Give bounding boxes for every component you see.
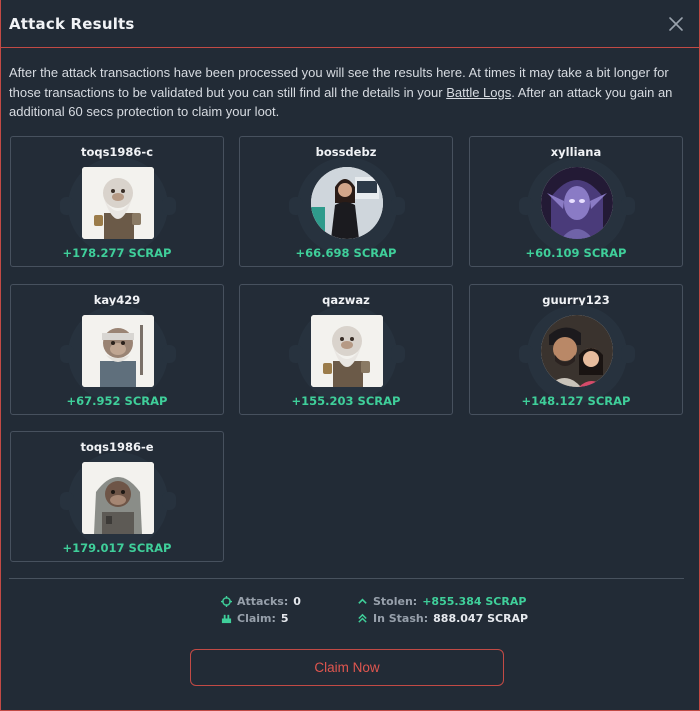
loot-icon xyxy=(221,613,232,624)
scrap-amount: +66.698 SCRAP xyxy=(295,246,397,260)
claim-now-button[interactable]: Claim Now xyxy=(190,649,504,686)
avatar xyxy=(541,167,613,239)
scrap-amount: +155.203 SCRAP xyxy=(291,394,401,408)
attacks-stat: Attacks: 0 xyxy=(221,595,301,608)
result-card: xylliana +60.109 SCRAP xyxy=(469,136,683,267)
divider xyxy=(9,578,684,579)
close-icon[interactable] xyxy=(665,13,687,35)
avatar xyxy=(311,167,383,239)
scrap-amount: +178.277 SCRAP xyxy=(62,246,172,260)
crosshair-icon xyxy=(221,596,232,607)
double-chevron-up-icon xyxy=(357,613,368,624)
attack-results-modal: Attack Results After the attack transact… xyxy=(0,0,700,711)
scrap-amount: +148.127 SCRAP xyxy=(521,394,631,408)
result-card: kay429 +67.952 SCRAP xyxy=(10,284,224,415)
scrap-amount: +67.952 SCRAP xyxy=(66,394,168,408)
result-card: guurry123 +148.127 SCRAP xyxy=(469,284,683,415)
avatar xyxy=(82,462,154,534)
stolen-stat: Stolen: +855.384 SCRAP xyxy=(357,595,526,608)
avatar xyxy=(311,315,383,387)
result-card: toqs1986-e +179.017 SCRAP xyxy=(10,431,224,562)
result-card: qazwaz +155.203 SCRAP xyxy=(239,284,453,415)
avatar xyxy=(82,167,154,239)
modal-header: Attack Results xyxy=(1,0,699,48)
avatar xyxy=(541,315,613,387)
scrap-amount: +60.109 SCRAP xyxy=(525,246,627,260)
modal-title: Attack Results xyxy=(9,14,135,33)
scrap-amount: +179.017 SCRAP xyxy=(62,541,172,555)
chevron-up-icon xyxy=(357,596,368,607)
stash-stat: In Stash: 888.047 SCRAP xyxy=(357,612,528,625)
result-card: toqs1986-c +178.277 SCRAP xyxy=(10,136,224,267)
avatar xyxy=(82,315,154,387)
intro-text: After the attack transactions have been … xyxy=(9,65,673,119)
claim-stat: Claim: 5 xyxy=(221,612,289,625)
battle-logs-link[interactable]: Battle Logs xyxy=(446,85,511,100)
result-card: bossdebz +66.698 SCRAP xyxy=(239,136,453,267)
